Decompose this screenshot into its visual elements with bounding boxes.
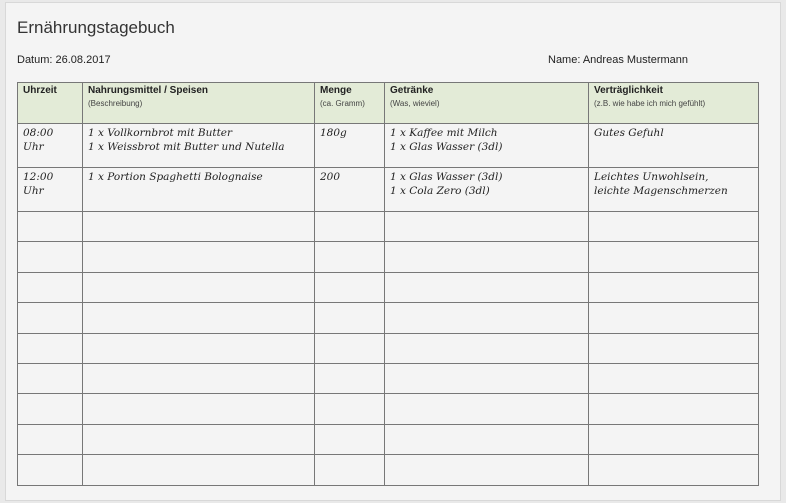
table-header: Uhrzeit Nahrungsmittel / Speisen (Beschre… [17, 82, 759, 124]
empty-cell[interactable] [17, 271, 83, 304]
empty-cell[interactable] [384, 241, 589, 273]
food-cell[interactable]: 1 x Portion Spaghetti Bolognaise [82, 167, 315, 212]
empty-table-row [17, 362, 759, 395]
empty-cell[interactable] [17, 241, 83, 273]
empty-cell[interactable] [82, 393, 315, 425]
empty-cell[interactable] [384, 393, 589, 425]
empty-cell[interactable] [82, 302, 315, 334]
empty-cell[interactable] [314, 423, 385, 456]
empty-cell[interactable] [17, 302, 83, 334]
col-header-food: Nahrungsmittel / Speisen (Beschreibung) [82, 82, 315, 124]
empty-table-row [17, 332, 759, 364]
diary-table: Uhrzeit Nahrungsmittel / Speisen (Beschre… [17, 82, 759, 486]
empty-cell[interactable] [82, 241, 315, 273]
col-header-drinks: Getränke (Was, wieviel) [384, 82, 589, 124]
col-header-amount: Menge (ca. Gramm) [314, 82, 385, 124]
empty-cell[interactable] [17, 332, 83, 364]
page-title: Ernährungstagebuch [17, 18, 175, 37]
table-row: 12:00 Uhr 1 x Portion Spaghetti Bolognais… [17, 167, 759, 212]
date-label: Datum: 26.08.2017 [17, 54, 111, 66]
empty-cell[interactable] [82, 362, 315, 395]
time-cell[interactable]: 08:00 Uhr [17, 123, 83, 168]
empty-cell[interactable] [384, 210, 589, 243]
empty-cell[interactable] [384, 332, 589, 364]
empty-cell[interactable] [82, 454, 315, 486]
food-cell[interactable]: 1 x Vollkornbrot mit Butter 1 x Weissbrot… [82, 123, 315, 168]
empty-cell[interactable] [588, 332, 759, 364]
empty-cell[interactable] [314, 393, 385, 425]
drinks-cell[interactable]: 1 x Kaffee mit Milch 1 x Glas Wasser (3dl… [384, 123, 589, 168]
amount-cell[interactable]: 180g [314, 123, 385, 168]
empty-cell[interactable] [588, 241, 759, 273]
empty-cell[interactable] [588, 423, 759, 456]
empty-table-row [17, 393, 759, 425]
empty-cell[interactable] [17, 362, 83, 395]
drinks-cell[interactable]: 1 x Glas Wasser (3dl) 1 x Cola Zero (3dl) [384, 167, 589, 212]
empty-cell[interactable] [314, 302, 385, 334]
empty-cell[interactable] [82, 210, 315, 243]
empty-cell[interactable] [588, 210, 759, 243]
empty-cell[interactable] [588, 362, 759, 395]
empty-cell[interactable] [314, 362, 385, 395]
empty-cell[interactable] [384, 362, 589, 395]
empty-cell[interactable] [17, 454, 83, 486]
empty-cell[interactable] [314, 454, 385, 486]
empty-cell[interactable] [82, 271, 315, 304]
empty-cell[interactable] [17, 210, 83, 243]
time-cell[interactable]: 12:00 Uhr [17, 167, 83, 212]
col-header-tolerance: Verträglichkeit (z.B. wie habe ich mich g… [588, 82, 759, 124]
empty-cell[interactable] [588, 271, 759, 304]
empty-table-row [17, 241, 759, 273]
empty-cell[interactable] [384, 271, 589, 304]
empty-cell[interactable] [384, 302, 589, 334]
empty-cell[interactable] [314, 271, 385, 304]
empty-cell[interactable] [82, 423, 315, 456]
empty-table-row [17, 271, 759, 304]
tolerance-cell[interactable]: Leichtes Unwohlsein, leichte Magenschmerz… [588, 167, 759, 212]
empty-table-row [17, 210, 759, 243]
empty-cell[interactable] [588, 454, 759, 486]
empty-cell[interactable] [17, 423, 83, 456]
tolerance-cell[interactable]: Gutes Gefuhl [588, 123, 759, 168]
empty-cell[interactable] [588, 302, 759, 334]
amount-cell[interactable]: 200 [314, 167, 385, 212]
table-row: 08:00 Uhr 1 x Vollkornbrot mit Butter 1 x … [17, 123, 759, 168]
empty-cell[interactable] [384, 454, 589, 486]
empty-table-row [17, 423, 759, 456]
empty-table-row [17, 302, 759, 334]
empty-cell[interactable] [314, 210, 385, 243]
empty-cell[interactable] [17, 393, 83, 425]
name-label: Name: Andreas Mustermann [548, 54, 689, 66]
col-header-time: Uhrzeit [17, 82, 83, 124]
empty-cell[interactable] [314, 241, 385, 273]
empty-cell[interactable] [82, 332, 315, 364]
empty-cell[interactable] [588, 393, 759, 425]
empty-cell[interactable] [314, 332, 385, 364]
empty-cell[interactable] [384, 423, 589, 456]
empty-table-row [17, 454, 759, 486]
